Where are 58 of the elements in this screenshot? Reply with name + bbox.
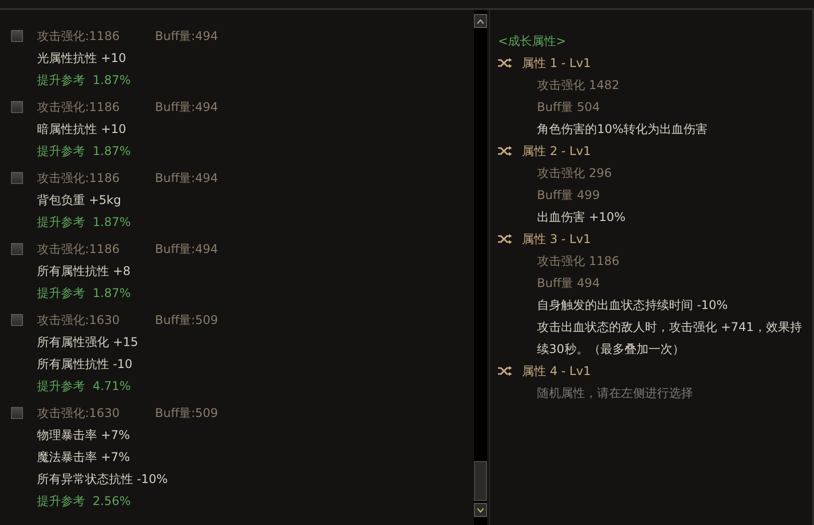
buff-value: Buff量:494 [155, 98, 218, 116]
checkbox[interactable] [11, 314, 23, 326]
checkbox[interactable] [11, 172, 23, 184]
scroll-down-button[interactable] [474, 503, 487, 517]
attack-value: 攻击强化:1186 [37, 170, 121, 186]
shuffle-icon [498, 145, 512, 157]
stat-text: Buff量 504 [536, 99, 600, 116]
attribute-header: 属性 3 - Lv1 [522, 230, 591, 248]
effect-text: 所有属性强化 +15 [36, 334, 138, 350]
stat-text: Buff量 494 [536, 275, 600, 292]
scrollbar-thumb[interactable] [474, 461, 487, 501]
buff-value: Buff量:494 [155, 28, 218, 44]
checkbox[interactable] [11, 407, 23, 419]
effect-text: 自身触发的出血状态持续时间 -10% [536, 297, 728, 314]
caret-up-icon [477, 18, 484, 24]
shuffle-icon [498, 233, 512, 245]
stat-text: 攻击强化 1186 [536, 253, 620, 270]
improvement-reference: 提升参考 1.87% [36, 214, 131, 230]
attribute-header: 属性 1 - Lv1 [522, 54, 591, 72]
attribute-header: 属性 4 - Lv1 [522, 362, 591, 380]
checkbox[interactable] [11, 30, 23, 42]
attack-value: 攻击强化:1186 [37, 240, 121, 258]
buff-value: Buff量:494 [155, 240, 218, 258]
effect-text: 暗属性抗性 +10 [36, 120, 126, 138]
checkbox[interactable] [11, 101, 23, 113]
attribute-header: 属性 2 - Lv1 [522, 142, 591, 160]
buff-value: Buff量:494 [155, 170, 218, 186]
effect-text: 物理暴击率 +7% [36, 426, 130, 444]
stat-text: 攻击强化 1482 [536, 77, 620, 94]
scroll-up-button[interactable] [474, 14, 487, 28]
shuffle-icon [498, 365, 512, 377]
improvement-reference: 提升参考 1.87% [36, 284, 131, 302]
effect-text: 角色伤害的10%转化为出血伤害 [536, 121, 708, 138]
stat-text: Buff量 499 [536, 187, 600, 204]
checkbox[interactable] [11, 243, 23, 255]
attack-value: 攻击强化:1186 [37, 98, 121, 116]
improvement-reference: 提升参考 2.56% [36, 492, 131, 510]
attack-value: 攻击强化:1186 [37, 28, 121, 44]
hint-text: 随机属性，请在左侧进行选择 [536, 385, 693, 402]
effect-text: 攻击出血状态的敌人时，攻击强化 +741，效果持续30秒。（最多叠加一次） [536, 319, 803, 358]
buff-value: Buff量:509 [155, 404, 218, 422]
attack-value: 攻击强化:1630 [37, 404, 121, 422]
section-title: <成长属性> [498, 33, 568, 50]
buff-value: Buff量:509 [155, 312, 218, 328]
effect-text: 光属性抗性 +10 [36, 50, 126, 66]
effect-text: 所有属性抗性 -10 [36, 356, 132, 372]
effect-text: 所有异常状态抗性 -10% [36, 470, 168, 488]
effect-text: 魔法暴击率 +7% [36, 448, 130, 466]
effect-text: 出血伤害 +10% [536, 209, 626, 226]
improvement-reference: 提升参考 1.87% [36, 142, 131, 160]
attack-value: 攻击强化:1630 [37, 312, 121, 328]
stat-text: 攻击强化 296 [536, 165, 612, 182]
effect-text: 背包负重 +5kg [36, 192, 122, 208]
caret-down-icon [477, 508, 484, 512]
shuffle-icon [498, 57, 512, 69]
effect-text: 所有属性抗性 +8 [36, 262, 131, 280]
improvement-reference: 提升参考 1.87% [36, 72, 131, 88]
improvement-reference: 提升参考 4.71% [36, 378, 131, 394]
